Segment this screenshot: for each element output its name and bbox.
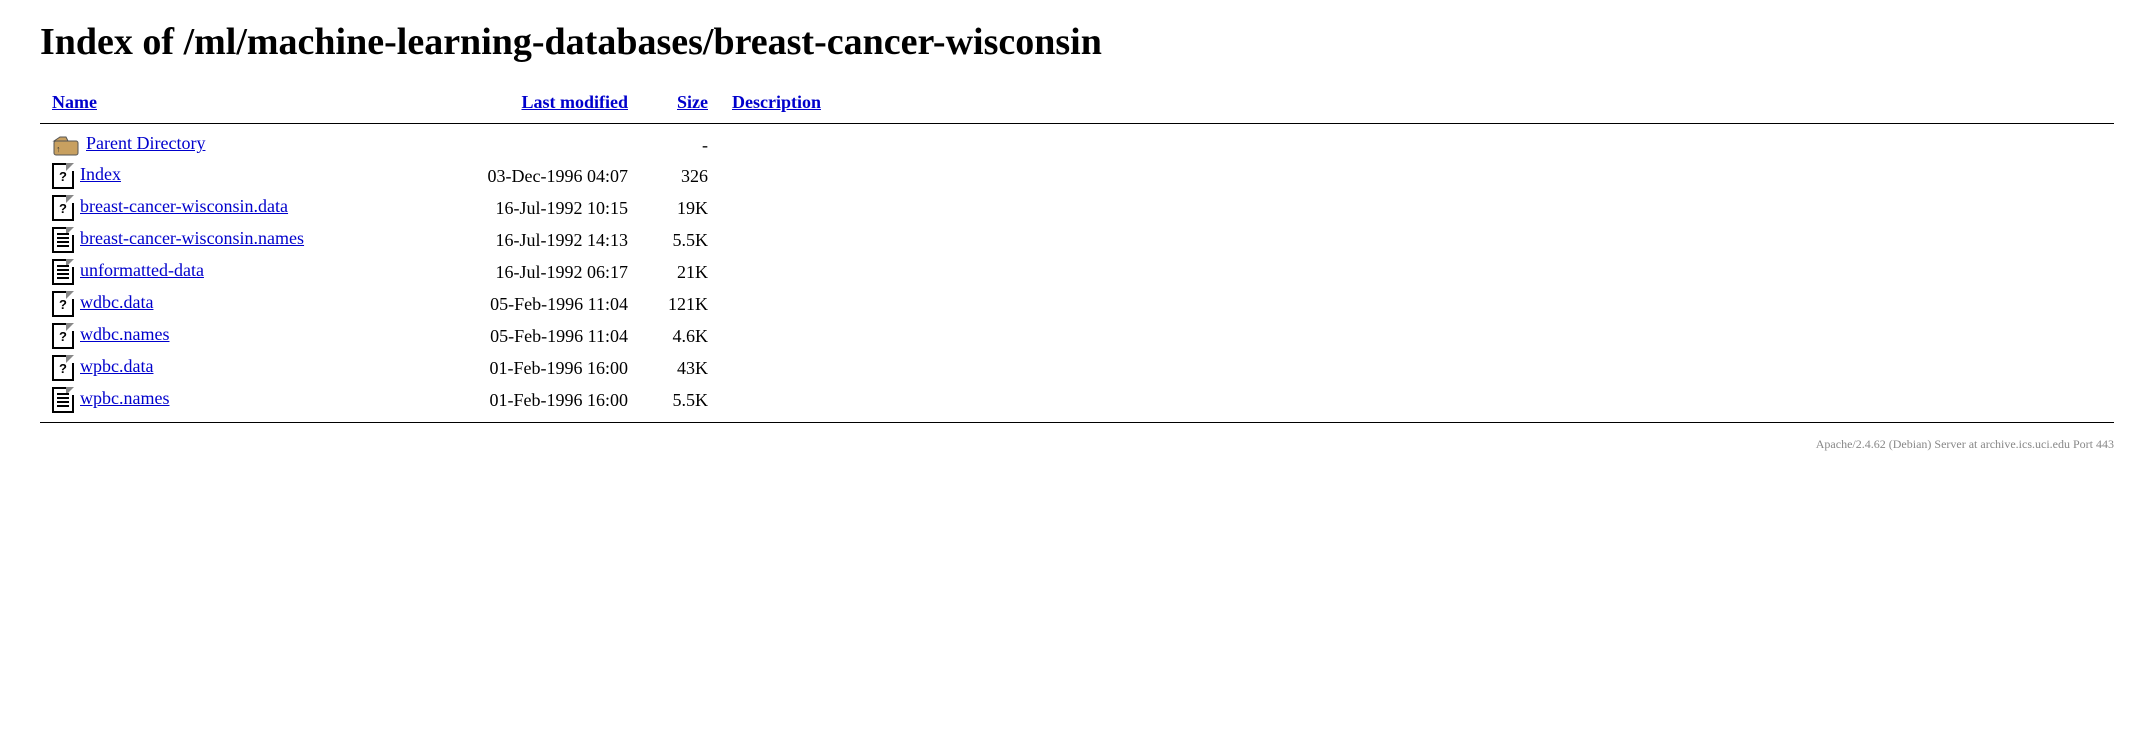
col-header-description: Description xyxy=(720,88,2114,117)
file-description-cell xyxy=(720,160,2114,192)
svg-text:↑: ↑ xyxy=(56,144,61,154)
file-description-cell xyxy=(720,352,2114,384)
file-modified-cell: 16-Jul-1992 10:15 xyxy=(420,192,640,224)
file-name-cell: ? wdbc.data xyxy=(40,288,420,320)
table-row: ? breast-cancer-wisconsin.data 16-Jul-1992… xyxy=(40,192,2114,224)
page-title: Index of /ml/machine-learning-databases/… xyxy=(40,20,2114,64)
text-file-icon xyxy=(52,387,74,413)
sort-size-link[interactable]: Size xyxy=(677,92,708,112)
file-name-cell: breast-cancer-wisconsin.names xyxy=(40,224,420,256)
table-row: unformatted-data 16-Jul-1992 06:1721K xyxy=(40,256,2114,288)
file-modified-cell xyxy=(420,130,640,160)
unknown-file-icon: ? xyxy=(52,195,74,221)
file-size-cell: 5.5K xyxy=(640,384,720,416)
file-name-cell: unformatted-data xyxy=(40,256,420,288)
footer-divider xyxy=(40,422,2114,423)
file-size-cell: 5.5K xyxy=(640,224,720,256)
file-link[interactable]: wpbc.names xyxy=(80,388,169,408)
file-size-cell: 121K xyxy=(640,288,720,320)
file-description-cell xyxy=(720,192,2114,224)
table-row: ? wdbc.names 05-Feb-1996 11:044.6K xyxy=(40,320,2114,352)
file-modified-cell: 05-Feb-1996 11:04 xyxy=(420,320,640,352)
file-description-cell xyxy=(720,130,2114,160)
file-link[interactable]: Parent Directory xyxy=(86,133,205,153)
file-link[interactable]: wpbc.data xyxy=(80,356,153,376)
table-row: ? wdbc.data 05-Feb-1996 11:04121K xyxy=(40,288,2114,320)
file-size-cell: 21K xyxy=(640,256,720,288)
file-description-cell xyxy=(720,320,2114,352)
file-listing-table: Name Last modified Size Description ↑ Pa xyxy=(40,88,2114,429)
file-modified-cell: 01-Feb-1996 16:00 xyxy=(420,384,640,416)
unknown-file-icon: ? xyxy=(52,163,74,189)
unknown-file-icon: ? xyxy=(52,323,74,349)
unknown-file-icon: ? xyxy=(52,355,74,381)
file-link[interactable]: unformatted-data xyxy=(80,260,204,280)
table-row: ? wpbc.data 01-Feb-1996 16:0043K xyxy=(40,352,2114,384)
file-description-cell xyxy=(720,256,2114,288)
folder-icon: ↑ xyxy=(52,133,80,157)
file-modified-cell: 16-Jul-1992 06:17 xyxy=(420,256,640,288)
server-footer: Apache/2.4.62 (Debian) Server at archive… xyxy=(40,437,2114,452)
text-file-icon xyxy=(52,227,74,253)
text-file-icon xyxy=(52,259,74,285)
table-row: breast-cancer-wisconsin.names 16-Jul-1992… xyxy=(40,224,2114,256)
table-row: ↑ Parent Directory - xyxy=(40,130,2114,160)
file-name-cell: ↑ Parent Directory xyxy=(40,130,420,160)
file-link[interactable]: Index xyxy=(80,164,121,184)
table-row: ? Index 03-Dec-1996 04:07326 xyxy=(40,160,2114,192)
file-size-cell: 19K xyxy=(640,192,720,224)
sort-name-link[interactable]: Name xyxy=(52,92,97,112)
file-modified-cell: 05-Feb-1996 11:04 xyxy=(420,288,640,320)
file-description-cell xyxy=(720,224,2114,256)
file-size-cell: 326 xyxy=(640,160,720,192)
col-header-size: Size xyxy=(640,88,720,117)
file-name-cell: ? wdbc.names xyxy=(40,320,420,352)
file-size-cell: - xyxy=(640,130,720,160)
sort-modified-link[interactable]: Last modified xyxy=(521,92,628,112)
file-size-cell: 4.6K xyxy=(640,320,720,352)
file-name-cell: ? wpbc.data xyxy=(40,352,420,384)
unknown-file-icon: ? xyxy=(52,291,74,317)
header-divider xyxy=(40,123,2114,124)
file-modified-cell: 16-Jul-1992 14:13 xyxy=(420,224,640,256)
file-modified-cell: 03-Dec-1996 04:07 xyxy=(420,160,640,192)
table-row: wpbc.names 01-Feb-1996 16:005.5K xyxy=(40,384,2114,416)
file-link[interactable]: wdbc.names xyxy=(80,324,169,344)
file-description-cell xyxy=(720,288,2114,320)
file-link[interactable]: breast-cancer-wisconsin.data xyxy=(80,196,288,216)
file-description-cell xyxy=(720,384,2114,416)
file-name-cell: ? Index xyxy=(40,160,420,192)
file-link[interactable]: breast-cancer-wisconsin.names xyxy=(80,228,304,248)
file-name-cell: ? breast-cancer-wisconsin.data xyxy=(40,192,420,224)
file-link[interactable]: wdbc.data xyxy=(80,292,153,312)
sort-desc-link[interactable]: Description xyxy=(732,92,821,112)
col-header-modified: Last modified xyxy=(420,88,640,117)
file-name-cell: wpbc.names xyxy=(40,384,420,416)
file-size-cell: 43K xyxy=(640,352,720,384)
file-modified-cell: 01-Feb-1996 16:00 xyxy=(420,352,640,384)
col-header-name: Name xyxy=(40,88,420,117)
